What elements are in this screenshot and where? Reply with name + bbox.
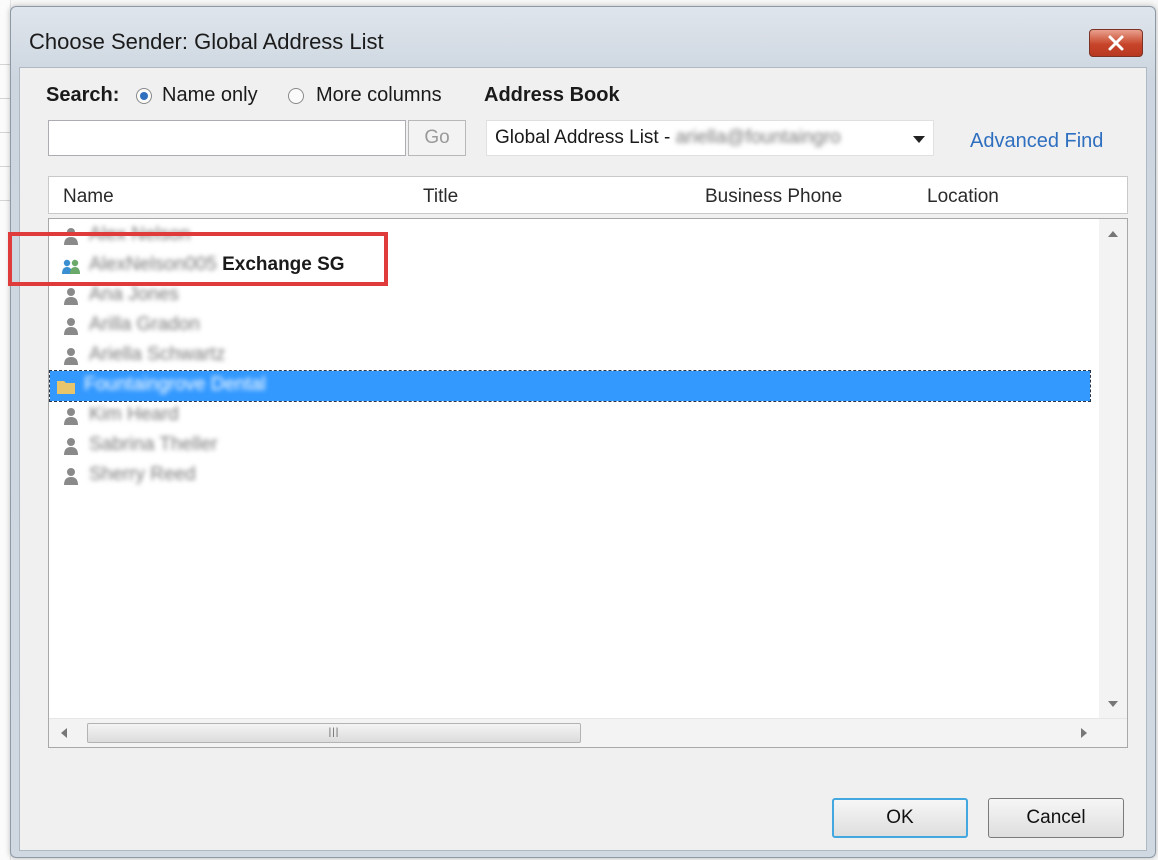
- column-title[interactable]: Title: [423, 186, 458, 208]
- cancel-button[interactable]: Cancel: [988, 798, 1124, 838]
- address-list[interactable]: Alex Nelson AlexNelson005 Exchange SG An…: [48, 218, 1128, 748]
- horizontal-scrollbar[interactable]: |||: [49, 718, 1127, 747]
- person-icon: [64, 288, 78, 305]
- close-button[interactable]: [1089, 29, 1143, 57]
- list-item[interactable]: Arilla Gradon: [55, 311, 1095, 341]
- search-input[interactable]: [48, 120, 406, 156]
- address-book-email: ariella@fountaingro: [675, 127, 841, 148]
- scroll-up-icon[interactable]: [1108, 231, 1118, 237]
- radio-more-columns[interactable]: [288, 88, 304, 104]
- contact-name: Arilla Gradon: [89, 314, 200, 335]
- address-book-select[interactable]: Global Address List - ariella@fountaingr…: [486, 120, 934, 156]
- radio-more-columns-label[interactable]: More columns: [316, 84, 442, 107]
- dialog-body: Search: Name only More columns Address B…: [19, 67, 1147, 851]
- scroll-down-icon[interactable]: [1108, 701, 1118, 707]
- radio-name-only[interactable]: [136, 88, 152, 104]
- list-item[interactable]: Sherry Reed: [55, 461, 1095, 491]
- person-icon: [64, 348, 78, 365]
- highlight-annotation: [8, 232, 388, 286]
- address-book-value: Global Address List - ariella@fountaingr…: [495, 127, 841, 149]
- list-item-selected[interactable]: Fountaingrove Dental: [49, 370, 1091, 402]
- radio-name-only-label[interactable]: Name only: [162, 84, 258, 107]
- contact-name: Ariella Schwartz: [89, 344, 226, 365]
- person-icon: [64, 318, 78, 335]
- person-icon: [64, 408, 78, 425]
- person-icon: [64, 468, 78, 485]
- title-bar[interactable]: Choose Sender: Global Address List: [11, 7, 1155, 67]
- close-icon: [1108, 35, 1124, 51]
- contact-name: Fountaingrove Dental: [84, 374, 266, 395]
- scroll-thumb[interactable]: |||: [87, 723, 581, 743]
- address-book-prefix: Global Address List -: [495, 127, 671, 148]
- list-item[interactable]: Kim Heard: [55, 401, 1095, 431]
- column-location[interactable]: Location: [927, 186, 999, 208]
- address-book-label: Address Book: [484, 84, 620, 106]
- column-business-phone[interactable]: Business Phone: [705, 186, 842, 208]
- dropdown-arrow-icon[interactable]: [913, 136, 925, 143]
- list-item[interactable]: Sabrina Theller: [55, 431, 1095, 461]
- contact-name: Sherry Reed: [89, 464, 196, 485]
- window-title: Choose Sender: Global Address List: [29, 29, 384, 54]
- person-icon: [64, 438, 78, 455]
- scroll-right-icon[interactable]: [1081, 728, 1087, 738]
- search-label: Search:: [46, 84, 120, 106]
- list-item[interactable]: Ariella Schwartz: [55, 341, 1095, 371]
- ok-button[interactable]: OK: [832, 798, 968, 838]
- advanced-find-link[interactable]: Advanced Find: [970, 130, 1103, 153]
- vertical-scrollbar[interactable]: [1099, 219, 1127, 747]
- folder-icon: [57, 381, 75, 394]
- contact-name: Sabrina Theller: [89, 434, 218, 455]
- go-button[interactable]: Go: [408, 120, 466, 156]
- contact-name: Ana Jones: [89, 284, 179, 305]
- choose-sender-dialog: Choose Sender: Global Address List Searc…: [10, 6, 1156, 858]
- scroll-left-icon[interactable]: [61, 728, 67, 738]
- contact-name: Kim Heard: [89, 404, 179, 425]
- column-name[interactable]: Name: [63, 186, 114, 208]
- column-header: Name Title Business Phone Location: [48, 176, 1128, 214]
